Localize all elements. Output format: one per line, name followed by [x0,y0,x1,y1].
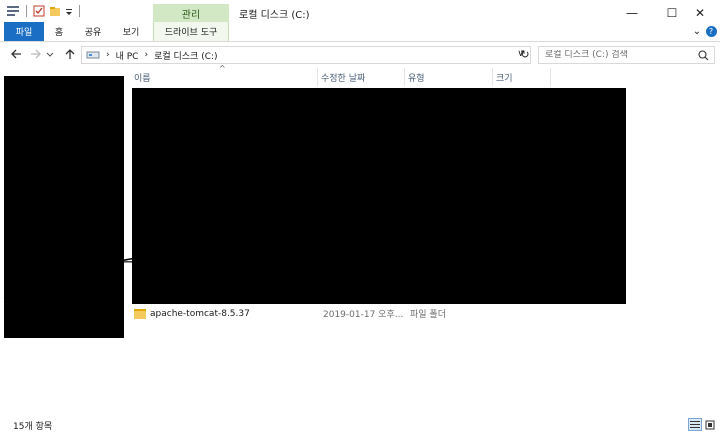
context-tab-group-label: 관리 [153,4,229,22]
tab-home[interactable]: 홈 [50,22,68,41]
redaction-scribble [3,255,149,299]
details-view-icon [690,421,700,428]
up-arrow-icon [65,49,75,59]
minimize-icon: — [626,5,638,20]
maximize-icon: ☐ [666,5,678,20]
drive-icon [86,51,100,59]
file-name: apache-tomcat-8.5.37 [150,308,250,319]
large-icons-view-button[interactable] [703,418,717,431]
close-icon: ✕ [694,5,706,20]
toolbar-divider [79,5,80,17]
file-type: 파일 폴더 [410,310,446,320]
file-row[interactable]: apache-tomcat-8.5.37 2019-01-17 오후... 파일… [131,305,631,322]
checkbox-properties-icon[interactable] [33,5,45,17]
forward-arrow-icon [31,49,41,59]
back-arrow-icon [11,49,21,59]
ribbon-expand-icon[interactable]: ⌄ [692,22,702,41]
toolbar-divider [26,5,27,17]
folder-icon [134,308,146,319]
search-box[interactable] [538,46,715,64]
column-header-name[interactable]: 이름 [131,68,318,86]
new-folder-icon[interactable] [49,5,61,17]
column-header-modified[interactable]: 수정한 날짜 [318,68,405,86]
help-icon[interactable]: ? [705,22,717,41]
breadcrumb-local-disk[interactable]: 로컬 디스크 (C:) [154,49,217,62]
help-badge: ? [705,26,717,37]
large-icons-view-icon [705,420,715,429]
status-bar: 15개 항목 [0,412,720,436]
details-view-button[interactable] [688,418,702,431]
address-bar[interactable]: › 내 PC › 로컬 디스크 (C:) ∨ [81,46,531,64]
recent-locations-button[interactable] [45,46,55,62]
column-header-size[interactable]: 크기 [493,68,551,86]
quick-access-toolbar [6,5,82,17]
search-icon[interactable] [698,50,709,61]
chevron-right-icon: › [106,50,110,60]
search-input[interactable] [545,50,695,60]
item-count: 15개 항목 [13,422,53,432]
column-header-type[interactable]: 유형 [405,68,493,86]
column-headers: ^ 이름 수정한 날짜 유형 크기 [131,64,631,86]
breadcrumb-this-pc[interactable]: 내 PC [116,49,139,62]
refresh-icon: ↻ [520,47,530,61]
tab-view[interactable]: 보기 [118,22,144,41]
chevron-down-icon [46,52,54,57]
customize-toolbar-icon[interactable] [65,5,73,17]
properties-icon[interactable] [6,5,20,17]
forward-button[interactable] [28,46,44,62]
refresh-button[interactable]: ↻ [517,46,533,62]
ribbon-tabs: 파일 홈 공유 보기 드라이브 도구 ⌄ ? [0,22,720,42]
tab-share[interactable]: 공유 [80,22,106,41]
navigation-bar: › 내 PC › 로컬 디스크 (C:) ∨ ↻ [0,44,720,66]
back-button[interactable] [8,46,24,62]
tab-file[interactable]: 파일 [4,22,44,41]
chevron-right-icon: › [144,50,149,60]
tab-drive-tools[interactable]: 드라이브 도구 [153,22,229,41]
up-button[interactable] [62,46,78,62]
file-modified: 2019-01-17 오후... [323,310,404,320]
window-title: 로컬 디스크 (C:) [239,10,310,21]
redacted-file-list [132,88,626,304]
